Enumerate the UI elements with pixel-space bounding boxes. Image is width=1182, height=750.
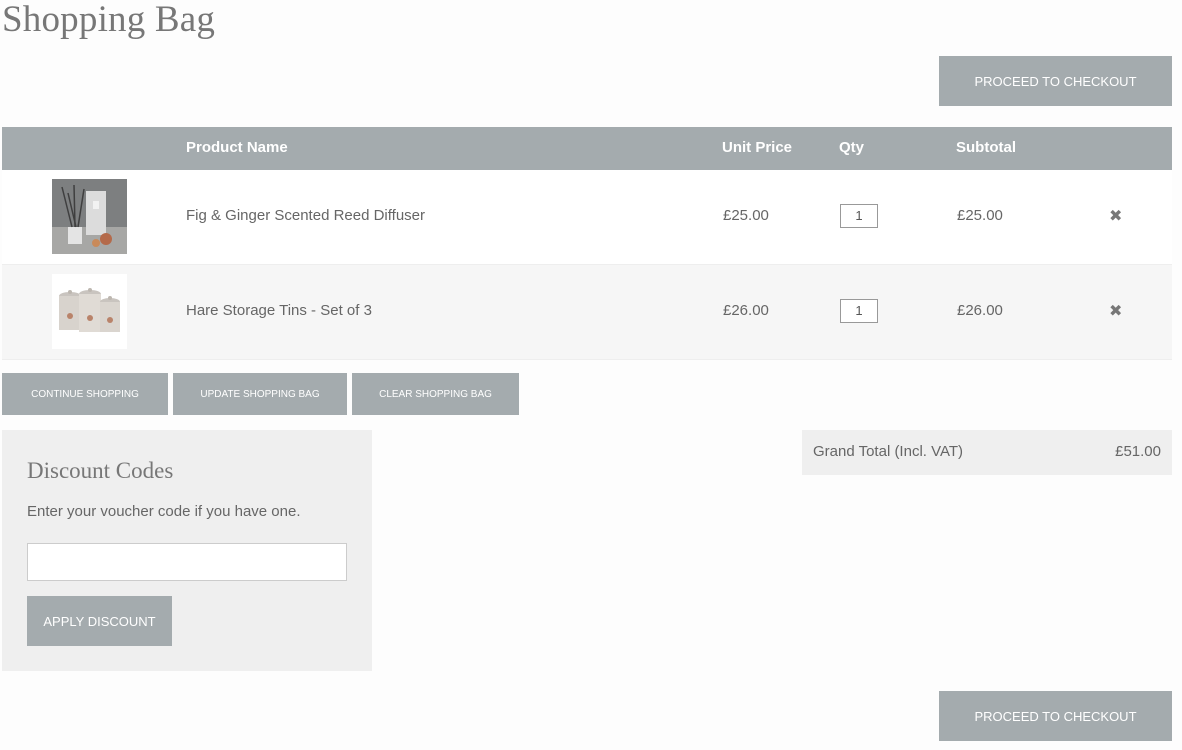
clear-shopping-bag-button[interactable]: Clear Shopping Bag: [352, 373, 519, 415]
close-icon[interactable]: ✖: [1109, 206, 1122, 226]
discount-title: Discount Codes: [27, 458, 174, 483]
close-icon[interactable]: ✖: [1109, 301, 1122, 321]
page-title: Shopping Bag: [2, 0, 216, 40]
continue-shopping-button[interactable]: Continue Shopping: [2, 373, 168, 415]
cart-table: Product Name Unit Price Qty Subtotal Fig…: [2, 127, 1172, 360]
storage-tins-image[interactable]: [52, 274, 127, 349]
product-name[interactable]: Hare Storage Tins - Set of 3: [186, 302, 372, 319]
proceed-to-checkout-button[interactable]: Proceed to Checkout: [939, 691, 1172, 741]
table-row: Hare Storage Tins - Set of 3 £26.00 1 £2…: [2, 265, 1172, 360]
subtotal: £26.00: [957, 302, 1003, 319]
reed-diffuser-image[interactable]: [52, 179, 127, 254]
unit-price: £25.00: [723, 207, 769, 224]
header-subtotal: Subtotal: [956, 139, 1016, 156]
proceed-to-checkout-button[interactable]: Proceed to Checkout: [939, 56, 1172, 106]
apply-discount-button[interactable]: Apply Discount: [27, 596, 172, 646]
voucher-code-input[interactable]: [27, 543, 347, 581]
grand-total-value: £51.00: [1115, 443, 1161, 460]
header-product-name: Product Name: [186, 139, 288, 156]
discount-description: Enter your voucher code if you have one.: [27, 503, 301, 520]
grand-total: Grand Total (Incl. VAT) £51.00: [802, 430, 1172, 475]
quantity-input[interactable]: 1: [840, 299, 878, 323]
grand-total-label: Grand Total (Incl. VAT): [813, 443, 964, 460]
subtotal: £25.00: [957, 207, 1003, 224]
unit-price: £26.00: [723, 302, 769, 319]
product-name[interactable]: Fig & Ginger Scented Reed Diffuser: [186, 207, 425, 224]
table-header: Product Name Unit Price Qty Subtotal: [2, 127, 1172, 170]
header-unit-price: Unit Price: [722, 139, 793, 156]
update-shopping-bag-button[interactable]: Update Shopping Bag: [173, 373, 347, 415]
header-qty: Qty: [839, 139, 865, 156]
quantity-input[interactable]: 1: [840, 204, 878, 228]
table-row: Fig & Ginger Scented Reed Diffuser £25.0…: [2, 170, 1172, 265]
discount-panel: Discount Codes Enter your voucher code i…: [2, 430, 372, 671]
